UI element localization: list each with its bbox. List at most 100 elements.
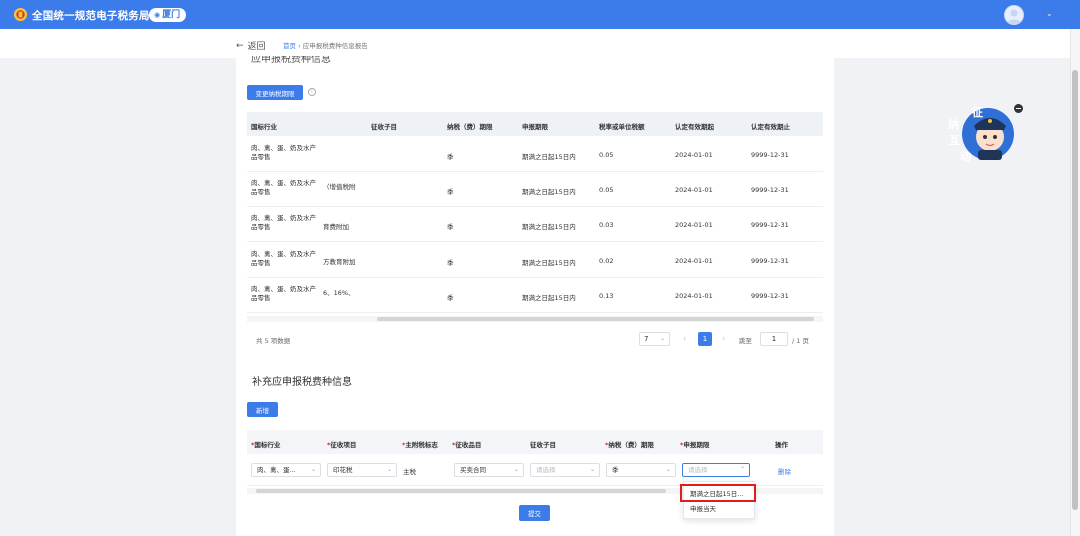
site-title[interactable]: 全国统一规范电子税务局 <box>32 8 150 23</box>
cell-deadline: 期满之日起15日内 <box>522 259 576 267</box>
user-avatar-icon <box>1007 9 1021 24</box>
cell-period: 季 <box>447 294 454 302</box>
page-scrollbar-thumb[interactable] <box>1072 70 1078 510</box>
mascot-char: 征 <box>972 105 983 119</box>
chevron-down-icon: ⌄ <box>665 466 671 473</box>
user-avatar[interactable] <box>1004 5 1024 25</box>
cell-deadline: 期满之日起15日内 <box>522 153 576 161</box>
chevron-down-icon: ⌄ <box>589 466 595 473</box>
highlight-box <box>680 484 756 502</box>
page-1-button[interactable]: 1 <box>698 332 712 346</box>
mascot-char: 互 <box>949 134 960 147</box>
deadline-select[interactable]: 请选择 ⌃ <box>682 463 750 477</box>
cell-end: 9999-12-31 <box>751 257 789 265</box>
industry-select[interactable]: 肉、禽、蛋... ⌄ <box>251 463 321 477</box>
cell-period: 季 <box>447 188 454 196</box>
breadcrumb-bar <box>0 29 1080 58</box>
change-period-button[interactable]: 变更纳税期限 <box>247 85 303 100</box>
chevron-down-icon: ⌄ <box>513 466 519 473</box>
period-select[interactable]: 季 ⌄ <box>606 463 676 477</box>
city-selector[interactable]: ◉ 厦门 <box>149 8 187 22</box>
prev-page-button[interactable]: ‹ <box>683 334 686 343</box>
col-subitem: 征收子目 <box>371 123 397 131</box>
goto-label: 跳至 <box>739 337 752 345</box>
col-end: 认定有效期止 <box>751 123 790 131</box>
project-value: 印花税 <box>333 466 353 474</box>
mascot-char: 动 <box>960 149 971 163</box>
dropdown-option[interactable]: 申报当天 <box>690 503 716 513</box>
col2-item: *征收品目 <box>452 441 482 449</box>
tax-bureau-logo-icon <box>13 7 28 22</box>
mascot-widget[interactable]: 征 纳 互 动 <box>946 104 1016 164</box>
chevron-up-icon: ⌃ <box>739 466 745 473</box>
cell-industry: 肉、禽、蛋、奶及水产品零售 <box>251 144 316 161</box>
col-start: 认定有效期起 <box>675 123 714 131</box>
col-period: 纳税（费）期限 <box>447 123 493 131</box>
back-label: 返回 <box>247 42 266 52</box>
mascot-char: 纳 <box>948 117 959 131</box>
city-label: 厦门 <box>162 10 181 20</box>
cell-end: 9999-12-31 <box>751 186 789 194</box>
cell-industry: 肉、禽、蛋、奶及水产品零售 <box>251 250 316 267</box>
col2-project: *征收项目 <box>327 441 357 449</box>
section2-title: 补充应申报税费种信息 <box>252 377 352 388</box>
goto-page-input[interactable]: 1 <box>760 332 788 346</box>
breadcrumb-separator: › <box>298 42 301 50</box>
table2-scroll-thumb[interactable] <box>256 489 666 493</box>
page-size-value: 7 <box>644 335 649 343</box>
industry-value: 肉、禽、蛋... <box>257 466 296 474</box>
chevron-down-icon: ⌄ <box>310 466 316 473</box>
add-button[interactable]: 新增 <box>247 402 278 417</box>
subitem-select[interactable]: 请选择 ⌄ <box>530 463 600 477</box>
breadcrumb-current: 应申报税费种信息报告 <box>302 42 368 50</box>
table1-scroll-thumb[interactable] <box>377 317 814 321</box>
total-pages: / 1 页 <box>792 337 809 345</box>
cell-deadline: 期满之日起15日内 <box>522 188 576 196</box>
section1-title: 应申报税费种信息 <box>251 56 331 65</box>
delete-link[interactable]: 删除 <box>778 466 791 476</box>
back-button[interactable]: ← 返回 <box>236 39 266 53</box>
cell-start: 2024-01-01 <box>675 257 713 265</box>
col2-industry: *国标行业 <box>251 441 281 449</box>
breadcrumb-home[interactable]: 首页 <box>283 42 296 50</box>
chevron-down-icon: ⌄ <box>386 466 392 473</box>
cell-period: 季 <box>447 153 454 161</box>
info-icon[interactable]: i <box>308 88 316 96</box>
submit-button[interactable]: 提交 <box>519 505 550 521</box>
cell-start: 2024-01-01 <box>675 151 713 159</box>
cell-subitem: 6、16%、 <box>323 289 355 297</box>
cell-industry: 肉、禽、蛋、奶及水产品零售 <box>251 214 316 231</box>
table-row: 肉、禽、蛋、奶及水产品零售 育费附加 季 期满之日起15日内 0.03 2024… <box>247 207 823 242</box>
cell-start: 2024-01-01 <box>675 221 713 229</box>
col2-flag: *主附税标志 <box>402 441 438 449</box>
table-row: 肉、禽、蛋、奶及水产品零售 季 期满之日起15日内 0.05 2024-01-0… <box>247 137 823 172</box>
cell-end: 9999-12-31 <box>751 292 789 300</box>
table-row: 肉、禽、蛋、奶及水产品零售 6、16%、 季 期满之日起15日内 0.13 20… <box>247 278 823 313</box>
cell-rate: 0.02 <box>599 257 614 265</box>
chevron-down-icon: ⌄ <box>659 335 665 342</box>
table2-header: *国标行业 *征收项目 *主附税标志 *征收品目 征收子目 *纳税（费）期限 *… <box>247 430 823 454</box>
cell-rate: 0.13 <box>599 292 614 300</box>
project-select[interactable]: 印花税 ⌄ <box>327 463 397 477</box>
table-row: 肉、禽、蛋、奶及水产品零售 （增值税附 季 期满之日起15日内 0.05 202… <box>247 172 823 207</box>
page-size-select[interactable]: 7 ⌄ <box>639 332 670 346</box>
cell-subitem: 方教育附加 <box>323 258 356 266</box>
location-pin-icon: ◉ <box>154 11 161 19</box>
item-select[interactable]: 买卖合同 ⌄ <box>454 463 524 477</box>
cell-subitem: （增值税附 <box>323 183 356 191</box>
cell-rate: 0.05 <box>599 186 614 194</box>
col-rate: 税率或单位税额 <box>599 123 645 131</box>
cell-industry: 肉、禽、蛋、奶及水产品零售 <box>251 285 316 302</box>
cell-period: 季 <box>447 259 454 267</box>
period-value: 季 <box>612 466 619 474</box>
next-page-button[interactable]: › <box>722 334 725 343</box>
mascot-close-icon[interactable] <box>1014 104 1023 113</box>
deadline-placeholder: 请选择 <box>688 466 708 474</box>
cell-deadline: 期满之日起15日内 <box>522 223 576 231</box>
table-row: 肉、禽、蛋、奶及水产品零售 方教育附加 季 期满之日起15日内 0.02 202… <box>247 243 823 278</box>
table1-header: 国标行业 征收子目 纳税（费）期限 申报期限 税率或单位税额 认定有效期起 认定… <box>247 112 823 136</box>
cell-start: 2024-01-01 <box>675 186 713 194</box>
total-count: 共 5 项数据 <box>256 337 291 345</box>
cell-deadline: 期满之日起15日内 <box>522 294 576 302</box>
user-menu-chevron-icon[interactable]: ⌄ <box>1046 9 1053 18</box>
